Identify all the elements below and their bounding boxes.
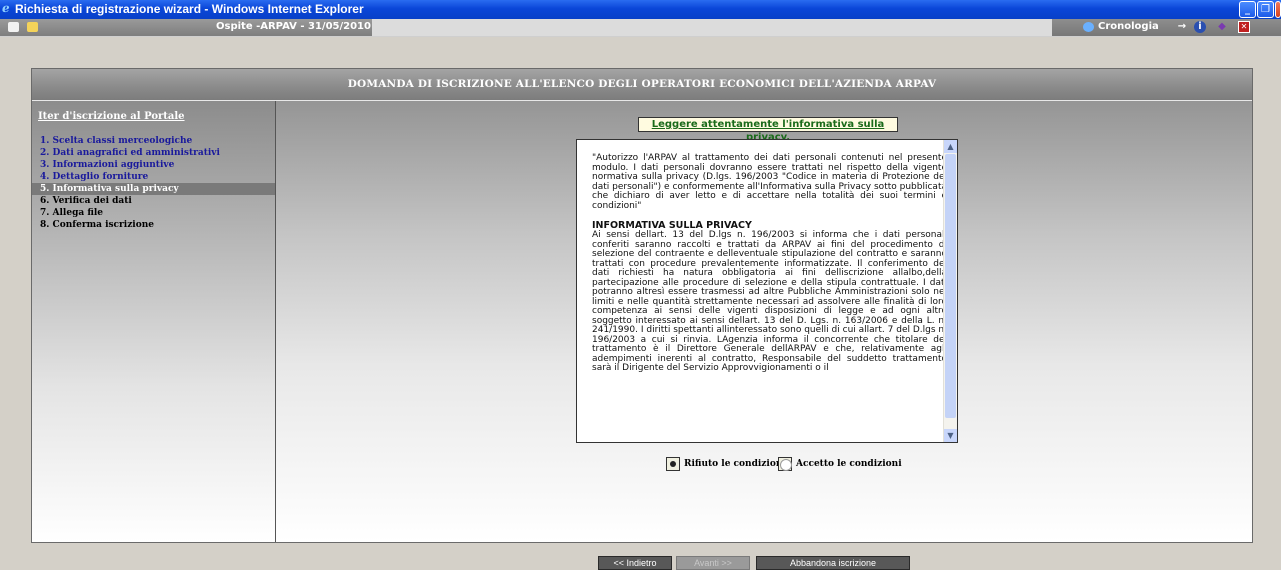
radio-empty-icon [780,459,792,471]
scroll-thumb[interactable] [945,154,956,418]
exit-icon[interactable]: ✕ [1238,21,1250,33]
accept-radio[interactable] [778,457,792,471]
wizard-panel: DOMANDA DI ISCRIZIONE ALL'ELENCO DEGLI O… [31,68,1253,570]
accept-label[interactable]: Accetto le condizioni [796,459,902,469]
bookmark-icon[interactable]: ◆ [1216,21,1228,33]
step-list: 1. Scelta classi merceologiche 2. Dati a… [32,135,275,231]
step-8: 8. Conferma iscrizione [40,220,154,230]
sidebar: Iter d'iscrizione al Portale 1. Scelta c… [32,101,276,542]
step-6: 6. Verifica dei dati [40,196,132,206]
guest-label: Ospite -ARPAV - 31/05/2010 [216,21,371,32]
history-link[interactable]: Cronologia [1098,21,1159,32]
next-button: Avanti >> [676,556,750,570]
privacy-link[interactable]: Leggere attentamente l'informativa sulla… [638,117,898,143]
radio-selected-icon [670,461,676,467]
window-title: Richiesta di registrazione wizard - Wind… [15,2,364,16]
consent-text: "Autorizzo l'ARPAV al trattamento dei da… [592,153,947,211]
scroll-up-icon[interactable]: ▲ [944,140,957,153]
step-1[interactable]: 1. Scelta classi merceologiche [32,135,275,147]
menu-icon[interactable] [8,22,19,32]
step-3[interactable]: 3. Informazioni aggiuntive [32,159,275,171]
privacy-body: Ai sensi dellart. 13 del D.lgs n. 196/20… [592,230,947,373]
privacy-textarea[interactable]: "Autorizzo l'ARPAV al trattamento dei da… [576,139,958,443]
minimize-icon[interactable]: _ [1239,1,1256,18]
refuse-radio[interactable] [666,457,680,471]
arrow-right-icon[interactable]: → [1176,21,1188,33]
folder-icon[interactable] [27,22,38,32]
sidebar-title[interactable]: Iter d'iscrizione al Portale [38,111,185,122]
privacy-text: "Autorizzo l'ARPAV al trattamento dei da… [592,153,947,374]
back-button[interactable]: << Indietro [598,556,672,570]
step-5-current: 5. Informativa sulla privacy [32,183,275,195]
info-icon[interactable]: i [1194,21,1206,33]
step-7: 7. Allega file [40,208,104,218]
step-2[interactable]: 2. Dati anagrafici ed amministrativi [32,147,275,159]
history-icon[interactable] [1083,22,1094,32]
window-titlebar: ℯ Richiesta di registrazione wizard - Wi… [0,0,1281,19]
step-4[interactable]: 4. Dettaglio forniture [32,171,275,183]
wizard-header: DOMANDA DI ISCRIZIONE ALL'ELENCO DEGLI O… [32,69,1252,100]
restore-icon[interactable]: ❐ [1257,1,1274,18]
close-icon[interactable] [1275,1,1281,18]
ie-logo-icon: ℯ [2,1,10,15]
content-area: Leggere attentamente l'informativa sulla… [276,101,1252,570]
browser-toolbar: Ospite -ARPAV - 31/05/2010 Cronologia → … [0,19,1281,37]
scroll-down-icon[interactable]: ▼ [944,429,957,442]
wizard-title: DOMANDA DI ISCRIZIONE ALL'ELENCO DEGLI O… [347,78,937,90]
abandon-button[interactable]: Abbandona iscrizione [756,556,910,570]
refuse-label[interactable]: Rifiuto le condizioni [684,459,786,469]
scrollbar[interactable]: ▲ ▼ [943,140,957,442]
